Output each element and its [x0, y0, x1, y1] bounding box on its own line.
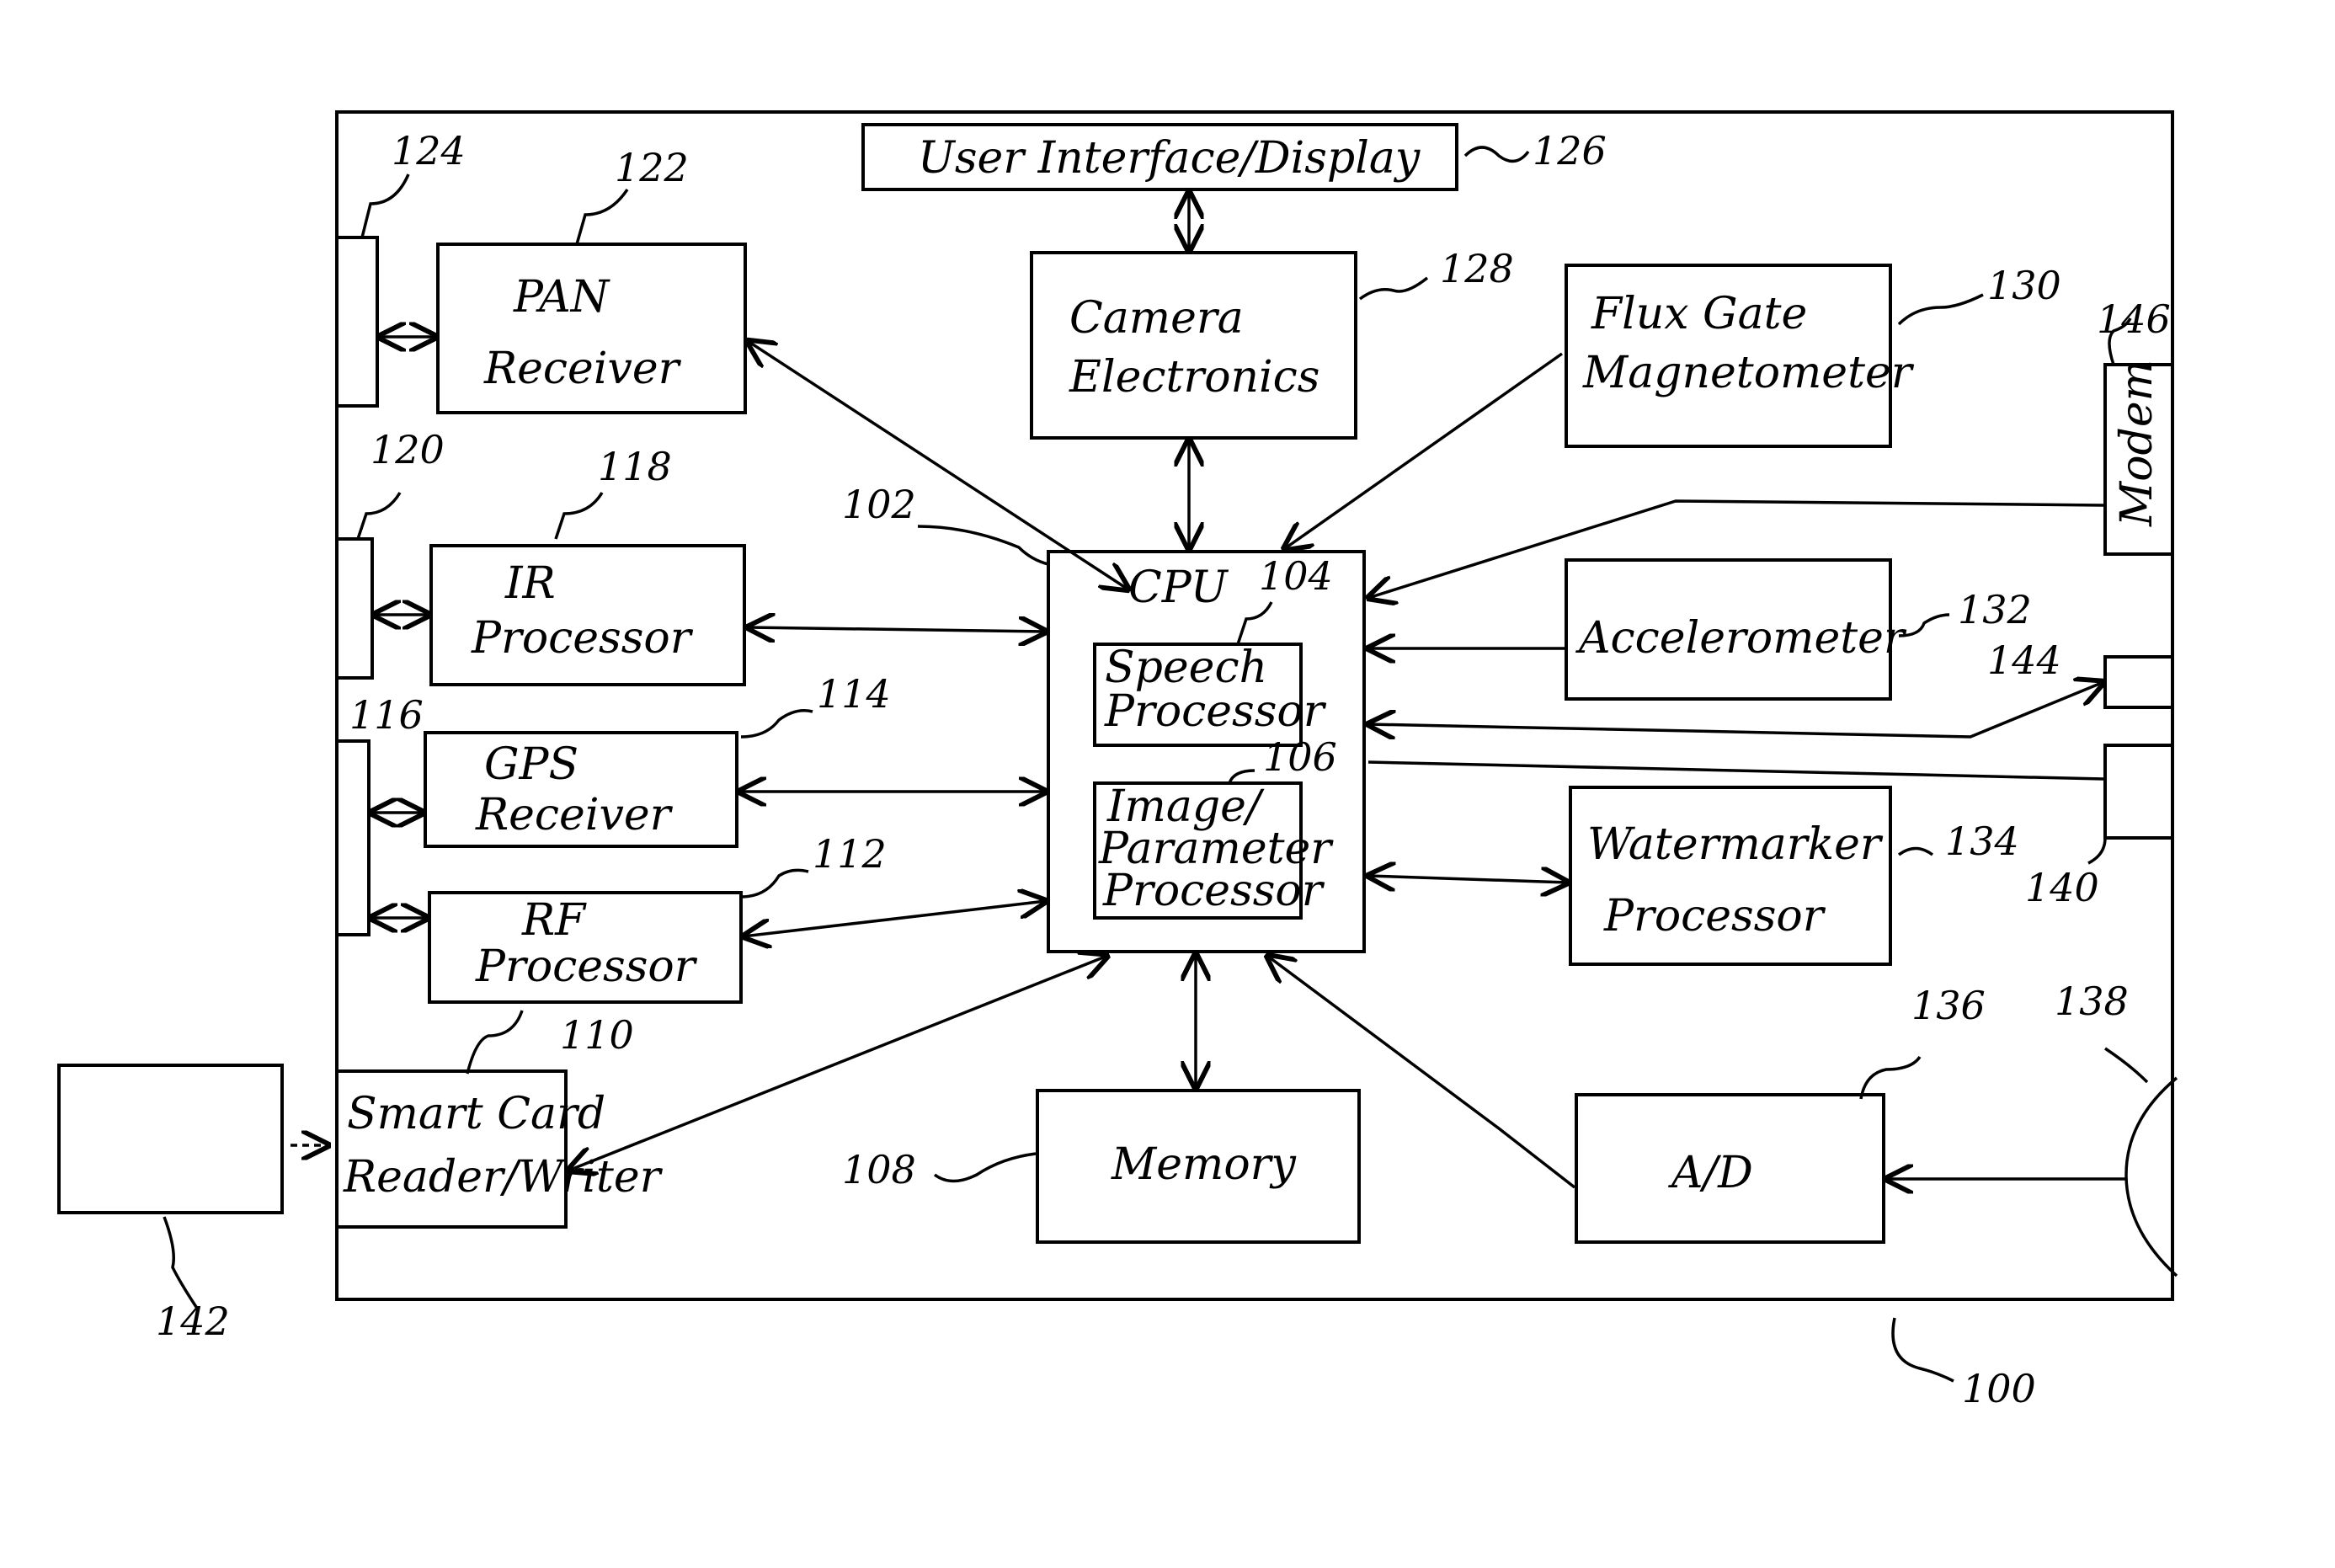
ir-ref: 118	[598, 444, 672, 489]
flux-label-2: Magnetometer	[1582, 348, 1915, 398]
accel-label: Accelerometer	[1575, 613, 1907, 664]
smart-card-reader-writer-block: Smart Card Reader/Writer 110	[335, 1010, 664, 1229]
rf-processor-block: RF Processor 112	[428, 831, 887, 1004]
watermarker-processor-block: Watermarker Processor 134	[1569, 786, 2019, 966]
memory-ref: 108	[842, 1147, 916, 1192]
device-ref: 100	[1962, 1366, 2036, 1411]
smartcard-label-2: Reader/Writer	[343, 1152, 664, 1203]
pan-receiver-block: PAN Receiver 122 124	[335, 128, 747, 414]
cpu-ref: 104	[1259, 553, 1333, 599]
gps-receiver-block: GPS Receiver 114	[424, 671, 891, 848]
cpu-bus-ref: 102	[842, 482, 916, 527]
camera-ref: 128	[1440, 246, 1514, 291]
port-140	[2103, 744, 2174, 840]
device-leader	[1891, 1317, 1954, 1383]
gps-label-2: Receiver	[475, 790, 674, 840]
microphone-ref: 138	[2055, 979, 2129, 1024]
cpu-label: CPU	[1128, 563, 1229, 613]
pan-label-1: PAN	[513, 272, 610, 323]
accelerometer-block: Accelerometer 132	[1565, 558, 2032, 701]
ui-display-ref: 126	[1533, 128, 1607, 173]
ad-converter-block: A/D 136	[1575, 983, 1986, 1244]
image-ref: 106	[1263, 734, 1337, 780]
modem-cpu-arrow	[1368, 499, 2104, 598]
camera-electronics-block: Camera Electronics 128	[1030, 246, 1514, 440]
cpu-port140-line	[1367, 760, 2104, 781]
speech-label-2: Processor	[1104, 686, 1327, 737]
gps-rf-port	[335, 739, 371, 936]
cpu-watermarker-arrow	[1368, 876, 1568, 883]
watermarker-ref: 134	[1945, 819, 2019, 864]
gps-rf-port-ref: 116	[349, 692, 424, 738]
ad-ref: 136	[1911, 983, 1986, 1028]
microphone	[2124, 1076, 2178, 1277]
gps-ref: 114	[817, 671, 891, 717]
smartcard-label-1: Smart Card	[347, 1089, 605, 1139]
ir-port	[335, 537, 374, 680]
rf-cpu-arrow	[744, 901, 1046, 936]
cpu-port144-arrow	[1368, 682, 2103, 737]
speech-label-1: Speech	[1105, 643, 1267, 693]
port-140-leader	[2087, 837, 2107, 865]
watermarker-label-1: Watermarker	[1587, 819, 1884, 870]
ad-label: A/D	[1668, 1148, 1753, 1198]
flux-cpu-arrow	[1284, 352, 1564, 549]
pan-ref: 122	[615, 145, 689, 190]
block-diagram: 100 User Interface/Display 126 Camera El…	[57, 110, 2178, 1411]
ir-port-ref: 120	[371, 427, 445, 472]
smart-card	[57, 1064, 284, 1214]
flux-ref: 130	[1987, 263, 2061, 308]
memory-label: Memory	[1111, 1139, 1296, 1190]
port-144-ref: 144	[1987, 637, 2061, 683]
image-label-3: Processor	[1102, 866, 1325, 916]
port-144	[2103, 655, 2174, 709]
ir-processor-block: IR Processor 118 120	[335, 427, 746, 686]
camera-label-1: Camera	[1069, 293, 1244, 344]
rf-label-2: Processor	[475, 941, 698, 992]
flux-label-1: Flux Gate	[1591, 289, 1807, 339]
modem-ref: 146	[2097, 296, 2171, 342]
ad-cpu-arrow	[1267, 956, 1576, 1189]
modem-block: Modem 146	[2097, 296, 2174, 556]
port-140-ref: 140	[2025, 865, 2099, 910]
pan-label-2: Receiver	[483, 344, 682, 394]
accel-ref: 132	[1958, 587, 2032, 632]
ir-cpu-arrow	[748, 627, 1046, 632]
ui-display-label: User Interface/Display	[918, 133, 1421, 184]
cpu-block: CPU 104 102 Speech Processor Image/ Para…	[842, 482, 1366, 953]
pan-port	[335, 236, 379, 408]
smart-card-leader	[163, 1216, 200, 1310]
microphone-leader	[2104, 1047, 2149, 1084]
flux-gate-magnetometer-block: Flux Gate Magnetometer 130	[1565, 263, 2061, 448]
pan-port-ref: 124	[392, 128, 466, 173]
user-interface-display-block: User Interface/Display 126	[861, 123, 1607, 191]
watermarker-label-2: Processor	[1603, 891, 1826, 941]
rf-ref: 112	[813, 831, 887, 877]
smartcard-ref: 110	[560, 1012, 634, 1058]
camera-label-2: Electronics	[1069, 352, 1319, 403]
ir-label-1: IR	[504, 558, 556, 609]
ir-label-2: Processor	[471, 613, 694, 664]
smart-card-ref: 142	[156, 1299, 230, 1344]
gps-label-1: GPS	[484, 739, 578, 790]
modem-label: Modem	[2112, 360, 2162, 527]
rf-label-1: RF	[521, 895, 587, 946]
memory-block: Memory 108	[842, 1089, 1361, 1244]
